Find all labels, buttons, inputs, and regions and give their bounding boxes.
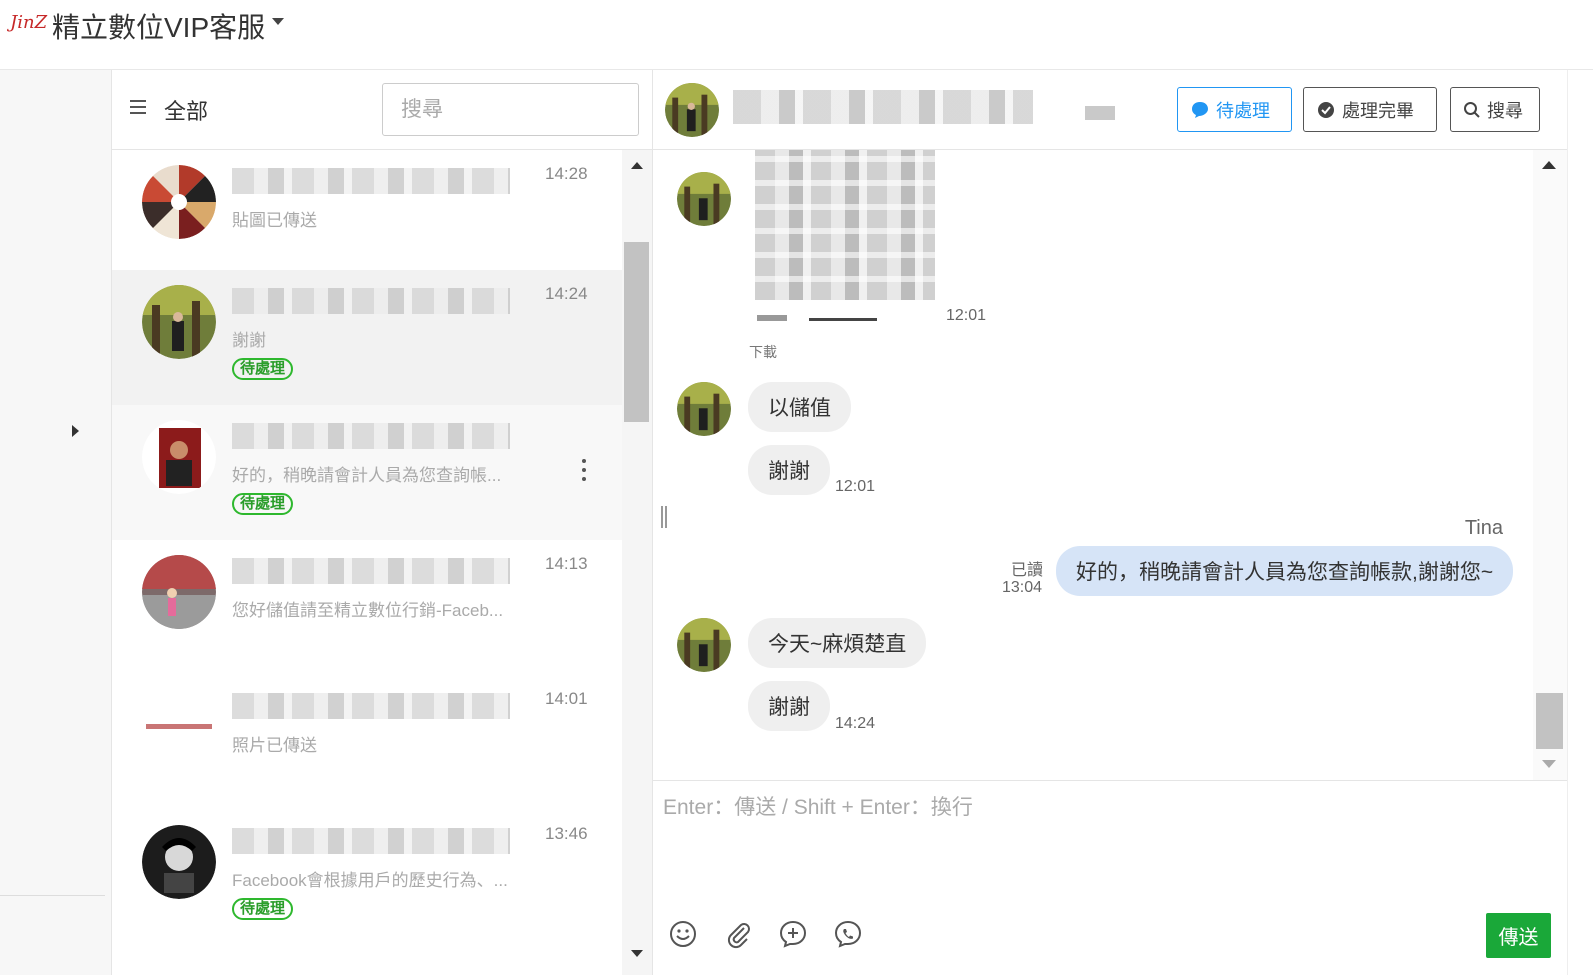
caret-down-icon[interactable] <box>272 18 284 25</box>
read-receipt: 已讀 <box>1011 562 1044 579</box>
pending-badge: 待處理 <box>232 898 294 920</box>
message-composer: 傳送 <box>653 780 1567 975</box>
scrollbar-thumb[interactable] <box>1536 693 1563 749</box>
more-options-icon[interactable] <box>574 459 594 489</box>
download-link[interactable]: 下載 <box>749 342 777 362</box>
conversation-preview: 貼圖已傳送 <box>232 211 317 230</box>
conversation-list-panel: 全部 14:28 貼圖已傳送 <box>112 70 653 975</box>
scrollbar-thumb[interactable] <box>624 242 649 422</box>
conversation-item[interactable]: 13:46 Facebook會根據用戶的歷史行為、... 待處理 <box>112 810 622 945</box>
avatar <box>677 172 731 226</box>
conversation-item[interactable]: 14:28 貼圖已傳送 <box>112 150 622 285</box>
rail-divider <box>0 895 105 896</box>
search-button-label: 搜尋 <box>1487 100 1523 121</box>
conversation-item[interactable]: 14:01 照片已傳送 <box>112 675 622 810</box>
conversation-time: 14:28 <box>545 164 588 183</box>
pending-button[interactable]: 待處理 <box>1177 87 1292 132</box>
avatar <box>142 285 216 359</box>
expand-arrow-icon[interactable] <box>72 425 79 437</box>
conversation-name-blurred <box>232 168 510 194</box>
app-logo: JinZ <box>10 12 48 33</box>
chat-scrollbar[interactable] <box>1533 150 1567 780</box>
left-rail <box>0 70 112 975</box>
app-title[interactable]: 精立數位VIP客服 <box>52 6 265 46</box>
pending-button-label: 待處理 <box>1216 100 1270 121</box>
resize-handle[interactable] <box>661 506 667 528</box>
avatar <box>665 83 719 137</box>
avatar <box>142 825 216 899</box>
done-button-label: 處理完畢 <box>1342 100 1414 121</box>
message-thread: 12:01 下載 以儲值 謝謝 12:01 Tina 已讀 13:04 好的，稍… <box>653 150 1533 780</box>
message-bubble: 今天~麻煩楚直 <box>748 618 927 668</box>
conversation-preview: 照片已傳送 <box>232 736 317 755</box>
app-header: JinZ 精立數位VIP客服 <box>0 0 1593 70</box>
conversation-name-blurred <box>232 288 510 314</box>
avatar <box>677 382 731 436</box>
conversation-item[interactable]: 14:24 謝謝 待處理 <box>112 270 622 405</box>
filter-label[interactable]: 全部 <box>164 94 208 126</box>
list-toolbar: 全部 <box>112 70 652 150</box>
check-bubble-icon <box>1318 101 1334 118</box>
conversation-item[interactable]: 好的，稍晚請會計人員為您查詢帳... 待處理 <box>112 405 622 540</box>
call-bubble-icon[interactable] <box>832 918 864 950</box>
conversation-name-blurred <box>232 558 510 584</box>
right-edge-strip <box>1567 70 1593 975</box>
avatar <box>142 420 216 494</box>
done-button[interactable]: 處理完畢 <box>1303 87 1437 132</box>
conversation-time: 14:01 <box>545 689 588 708</box>
message-bubble: 以儲值 <box>748 382 851 432</box>
image-progress-line <box>809 318 877 321</box>
agent-name: Tina <box>1464 517 1503 539</box>
chat-panel: 待處理 處理完畢 搜尋 12:01 下載 以儲值 謝謝 12:01 Tina 已… <box>653 70 1567 975</box>
pending-badge: 待處理 <box>232 493 294 515</box>
conversation-time: 14:24 <box>545 284 588 303</box>
conversation-time: 14:13 <box>545 554 588 573</box>
avatar <box>142 555 216 629</box>
attachment-icon[interactable] <box>722 918 754 950</box>
chat-header: 待處理 處理完畢 搜尋 <box>653 70 1567 150</box>
message-bubble: 謝謝 <box>748 681 830 731</box>
send-button[interactable]: 傳送 <box>1486 913 1551 958</box>
emoji-icon[interactable] <box>667 918 699 950</box>
avatar <box>677 618 731 672</box>
scroll-up-icon[interactable] <box>1542 161 1556 169</box>
conversation-name-blurred <box>232 423 510 449</box>
conversation-name-blurred <box>232 828 510 854</box>
conversation-preview: 謝謝 <box>232 331 266 350</box>
chat-search-button[interactable]: 搜尋 <box>1450 87 1540 132</box>
avatar <box>142 165 216 239</box>
conversation-list-scrollbar[interactable] <box>622 150 652 975</box>
message-time: 13:04 <box>1002 579 1043 596</box>
conversation-preview: 您好儲值請至精立數位行銷-Faceb... <box>232 601 504 620</box>
hamburger-menu-icon[interactable] <box>130 100 146 114</box>
pending-badge: 待處理 <box>232 358 294 380</box>
conversation-item[interactable]: 14:13 您好儲值請至精立數位行銷-Faceb... <box>112 540 622 675</box>
message-input[interactable] <box>663 791 1543 901</box>
conversation-search-input[interactable] <box>382 83 639 136</box>
contact-name-blurred <box>733 90 1033 124</box>
conversation-list: 14:28 貼圖已傳送 14:24 謝謝 待處理 好的，稍晚請會計人員為您查詢帳… <box>112 150 622 975</box>
image-caption-blurred <box>757 315 787 321</box>
conversation-preview: Facebook會根據用戶的歷史行為、... <box>232 871 508 890</box>
chat-bubble-icon <box>1192 101 1208 118</box>
scroll-down-icon[interactable] <box>631 950 643 957</box>
add-message-icon[interactable] <box>777 918 809 950</box>
conversation-time: 13:46 <box>545 824 588 843</box>
message-time: 12:01 <box>946 307 987 324</box>
message-time: 12:01 <box>835 478 876 495</box>
scroll-up-icon[interactable] <box>631 162 643 169</box>
my-message-bubble: 好的，稍晚請會計人員為您查詢帳款,謝謝您~ <box>1056 546 1514 596</box>
contact-tag-blurred <box>1085 106 1115 120</box>
search-icon <box>1464 101 1480 118</box>
conversation-preview: 好的，稍晚請會計人員為您查詢帳... <box>232 466 502 485</box>
scroll-down-icon[interactable] <box>1542 760 1556 768</box>
message-time: 14:24 <box>835 715 876 732</box>
avatar <box>142 690 216 764</box>
conversation-name-blurred <box>232 693 510 719</box>
message-bubble: 謝謝 <box>748 445 830 495</box>
image-message-blurred[interactable] <box>755 150 935 300</box>
